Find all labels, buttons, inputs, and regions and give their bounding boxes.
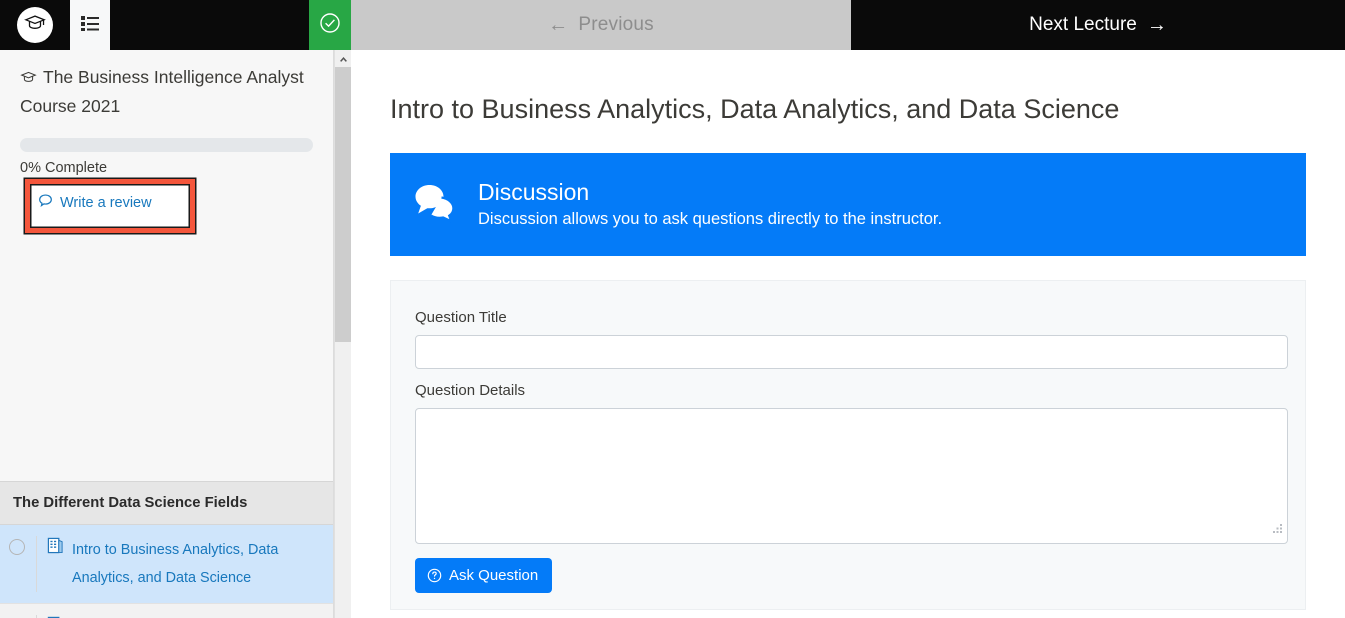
course-progress-bar bbox=[20, 138, 313, 152]
mark-complete-button[interactable] bbox=[309, 0, 351, 50]
form-spacer bbox=[415, 369, 1281, 382]
sidebar-lecture-item[interactable]: Intro to Business Analytics, Data Analyt… bbox=[0, 525, 333, 604]
course-title: The Business Intelligence Analyst Course… bbox=[20, 64, 313, 120]
previous-lecture-button[interactable]: ← Previous bbox=[351, 0, 851, 50]
chevron-up-icon bbox=[339, 50, 348, 68]
question-details-wrapper bbox=[415, 408, 1288, 544]
write-review-link[interactable]: Write a review bbox=[38, 186, 152, 219]
sidebar-lecture-label: Intro to Business Analytics, Data Analyt… bbox=[72, 542, 279, 586]
discussion-heading: Discussion bbox=[478, 178, 590, 205]
item-divider bbox=[36, 536, 37, 592]
sidebar-header-spacer bbox=[20, 219, 313, 481]
question-details-textarea[interactable] bbox=[415, 408, 1288, 544]
topbar-spacer bbox=[110, 0, 309, 50]
question-title-label: Question Title bbox=[415, 309, 507, 326]
sidebar-section-header[interactable]: The Different Data Science Fields bbox=[0, 481, 333, 525]
graduation-cap-icon bbox=[24, 12, 46, 39]
logo-circle bbox=[17, 7, 53, 43]
arrow-left-icon: ← bbox=[548, 14, 569, 36]
write-review-label: Write a review bbox=[60, 194, 152, 211]
course-title-text: The Business Intelligence Analyst Course… bbox=[20, 67, 304, 116]
check-circle-icon bbox=[318, 11, 342, 40]
progress-label: 0% Complete bbox=[20, 160, 108, 176]
slides-icon bbox=[47, 537, 65, 559]
discussion-text-block: Discussion Discussion allows you to ask … bbox=[478, 178, 942, 232]
top-navigation-bar: ← Previous Next Lecture → bbox=[0, 0, 1345, 50]
graduation-cap-icon bbox=[20, 66, 37, 93]
scrollbar-thumb[interactable] bbox=[335, 67, 352, 342]
ask-question-button[interactable]: Ask Question bbox=[415, 558, 553, 593]
comments-icon bbox=[414, 183, 458, 228]
next-lecture-button[interactable]: Next Lecture → bbox=[851, 0, 1345, 50]
list-menu-icon bbox=[81, 15, 99, 36]
next-label: Next Lecture bbox=[1029, 14, 1137, 35]
question-title-input[interactable] bbox=[415, 335, 1288, 369]
circle-incomplete-icon[interactable] bbox=[9, 539, 25, 555]
logo-button[interactable] bbox=[0, 0, 70, 50]
course-sidebar: The Business Intelligence Analyst Course… bbox=[0, 50, 334, 618]
arrow-right-icon: → bbox=[1146, 14, 1167, 36]
main-content-area: Intro to Business Analytics, Data Analyt… bbox=[351, 50, 1345, 618]
ask-question-form: Question Title Question Details Ask Ques… bbox=[390, 280, 1306, 610]
question-circle-icon bbox=[427, 568, 442, 583]
resize-grip-icon[interactable] bbox=[1272, 521, 1284, 539]
sidebar-header: The Business Intelligence Analyst Course… bbox=[0, 50, 333, 481]
question-details-label: Question Details bbox=[415, 382, 526, 399]
page-title: Intro to Business Analytics, Data Analyt… bbox=[390, 94, 1120, 124]
sidebar-scrollbar[interactable] bbox=[334, 50, 352, 618]
sidebar-lecture-item[interactable]: Adding Business Intelligence (BI), Machi… bbox=[0, 604, 333, 618]
ask-question-label: Ask Question bbox=[449, 567, 539, 584]
comment-bubble-icon bbox=[38, 193, 53, 212]
discussion-subheading: Discussion allows you to ask questions d… bbox=[478, 209, 943, 228]
write-review-container: Write a review bbox=[20, 179, 313, 233]
previous-label: Previous bbox=[578, 14, 654, 35]
scrollbar-up-button[interactable] bbox=[335, 50, 352, 67]
course-content-toggle-button[interactable] bbox=[70, 0, 110, 50]
discussion-banner: Discussion Discussion allows you to ask … bbox=[390, 153, 1306, 256]
